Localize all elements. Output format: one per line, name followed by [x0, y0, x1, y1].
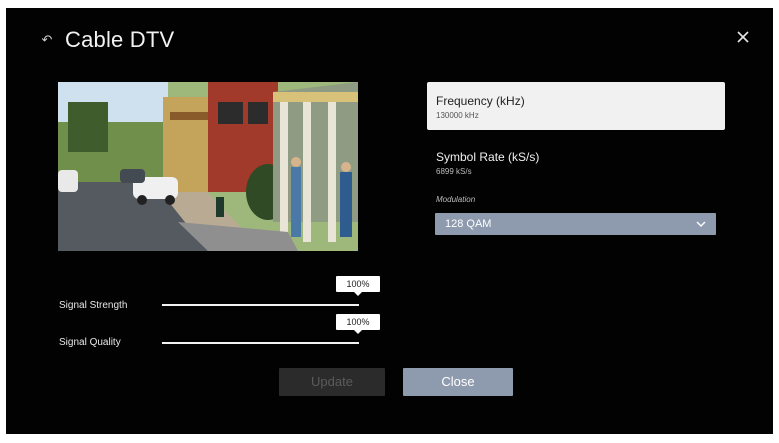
cable-dtv-dialog: ↶ Cable DTV Frequency (kHz) 130000 kHz S… — [6, 8, 773, 434]
signal-strength-tooltip: 100% — [336, 276, 380, 296]
chevron-down-icon — [696, 221, 706, 227]
modulation-selected: 128 QAM — [445, 218, 492, 230]
signal-strength-fill — [162, 304, 359, 306]
signal-quality-tooltip: 100% — [336, 314, 380, 334]
page-title: Cable DTV — [65, 27, 175, 52]
signal-quality-label: Signal Quality — [59, 337, 121, 348]
signal-quality-bar — [162, 342, 359, 344]
frequency-value: 130000 kHz — [436, 111, 479, 120]
video-preview — [58, 82, 358, 251]
modulation-label: Modulation — [436, 195, 476, 204]
frequency-field[interactable]: Frequency (kHz) 130000 kHz — [427, 82, 725, 130]
symbol-rate-value: 6899 kS/s — [436, 167, 472, 176]
symbol-rate-label: Symbol Rate (kS/s) — [436, 150, 540, 164]
update-button[interactable]: Update — [279, 368, 385, 396]
back-arrow-icon[interactable]: ↶ — [39, 32, 55, 48]
close-icon[interactable] — [732, 26, 754, 48]
close-button[interactable]: Close — [403, 368, 513, 396]
modulation-dropdown[interactable]: 128 QAM — [435, 213, 716, 235]
frequency-label: Frequency (kHz) — [436, 94, 525, 108]
symbol-rate-field[interactable]: Symbol Rate (kS/s) 6899 kS/s — [436, 150, 539, 176]
signal-quality-fill — [162, 342, 359, 344]
signal-strength-label: Signal Strength — [59, 300, 128, 311]
signal-strength-bar — [162, 304, 359, 306]
